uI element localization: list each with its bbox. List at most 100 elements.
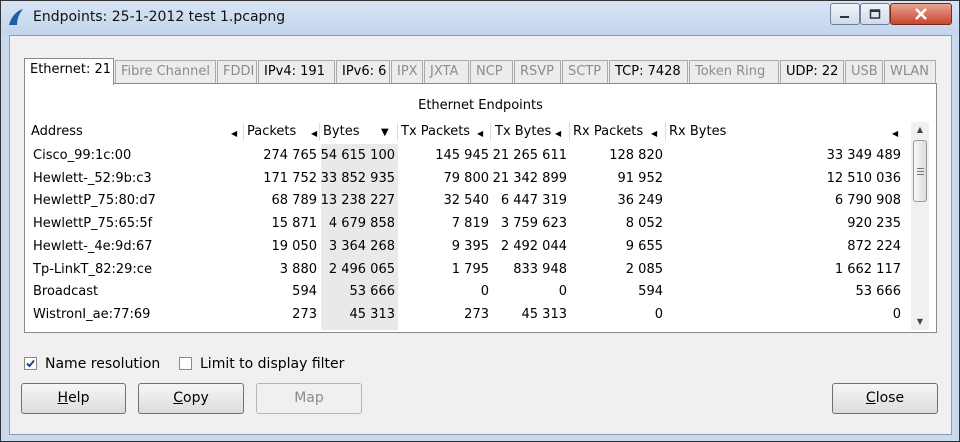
maximize-button[interactable] bbox=[860, 3, 890, 25]
sort-arrow-left-icon: ◀ bbox=[311, 129, 318, 138]
tab-token-ring[interactable]: Token Ring bbox=[689, 60, 779, 84]
cell-tx-packets: 0 bbox=[480, 284, 489, 300]
tab-ncp[interactable]: NCP bbox=[470, 60, 513, 84]
column-header-tx-packets[interactable]: Tx Packets bbox=[401, 122, 470, 142]
cell-packets: 68 789 bbox=[271, 193, 318, 209]
cell-tx-packets: 145 945 bbox=[435, 148, 489, 163]
window-title: Endpoints: 25-1-2012 test 1.pcapng bbox=[33, 9, 286, 25]
tab-ipx[interactable]: IPX bbox=[391, 60, 423, 84]
tab-rsvp[interactable]: RSVP bbox=[514, 60, 561, 84]
tab-ethernet[interactable]: Ethernet: 21 bbox=[24, 58, 114, 85]
vertical-scrollbar[interactable]: ▲ ▼ bbox=[911, 122, 929, 330]
column-divider[interactable] bbox=[397, 123, 398, 141]
scroll-down-icon[interactable]: ▼ bbox=[911, 314, 929, 330]
wireshark-fin-icon bbox=[9, 9, 23, 25]
cell-rx-packets: 9 655 bbox=[625, 238, 663, 254]
cell-packets: 3 880 bbox=[279, 261, 317, 277]
column-divider[interactable] bbox=[490, 123, 491, 141]
checkbox-box[interactable] bbox=[179, 357, 192, 370]
copy-label: opy bbox=[183, 390, 209, 406]
cell-rx-bytes: 6 790 908 bbox=[834, 193, 901, 209]
window-close-button[interactable] bbox=[890, 3, 952, 25]
dialog-body: Ethernet: 21 Fibre Channel FDDI IPv4: 19… bbox=[9, 35, 952, 435]
column-header-rx-packets[interactable]: Rx Packets bbox=[573, 122, 643, 142]
cell-rx-packets: 0 bbox=[654, 306, 663, 322]
cell-rx-packets: 36 249 bbox=[617, 193, 664, 209]
close-mnemonic: C bbox=[865, 390, 876, 406]
tab-usb[interactable]: USB bbox=[845, 60, 883, 84]
cell-address: WistronI_ae:77:69 bbox=[33, 306, 151, 322]
cell-bytes: 3 364 268 bbox=[328, 238, 395, 254]
help-label: elp bbox=[68, 390, 90, 406]
cell-tx-packets: 32 540 bbox=[443, 193, 490, 209]
cell-packets: 594 bbox=[292, 284, 317, 300]
cell-address: Cisco_99:1c:00 bbox=[33, 148, 132, 163]
cell-packets: 171 752 bbox=[263, 170, 317, 186]
cell-tx-packets: 9 395 bbox=[451, 238, 489, 254]
grip-line bbox=[917, 174, 924, 175]
title-bar[interactable]: Endpoints: 25-1-2012 test 1.pcapng bbox=[1, 1, 959, 35]
copy-button[interactable]: Copy bbox=[138, 383, 244, 414]
cell-bytes: 13 238 227 bbox=[320, 193, 395, 209]
panel-title: Ethernet Endpoints bbox=[418, 98, 543, 113]
tab-ipv6[interactable]: IPv6: 6 bbox=[336, 60, 390, 84]
column-divider[interactable] bbox=[569, 123, 570, 141]
column-divider[interactable] bbox=[319, 123, 320, 141]
cell-packets: 19 050 bbox=[271, 238, 318, 254]
close-icon bbox=[915, 8, 927, 20]
cell-rx-packets: 2 085 bbox=[625, 261, 663, 277]
cell-packets: 274 765 bbox=[263, 148, 317, 163]
copy-mnemonic: C bbox=[173, 390, 184, 406]
cell-tx-bytes: 833 948 bbox=[513, 261, 567, 277]
tab-ipv4[interactable]: IPv4: 191 bbox=[258, 60, 335, 84]
column-header-tx-bytes[interactable]: Tx Bytes bbox=[495, 122, 551, 142]
tab-udp[interactable]: UDP: 22 bbox=[780, 60, 844, 84]
tab-wlan[interactable]: WLAN bbox=[884, 60, 936, 84]
column-divider[interactable] bbox=[665, 123, 666, 141]
cell-tx-bytes: 21 265 611 bbox=[492, 148, 567, 163]
scrollbar-thumb[interactable] bbox=[913, 140, 927, 202]
cell-address: Hewlett-_52:9b:c3 bbox=[33, 170, 152, 186]
column-divider[interactable] bbox=[243, 123, 244, 141]
cell-rx-bytes: 1 662 117 bbox=[834, 261, 901, 277]
tab-sctp[interactable]: SCTP bbox=[562, 60, 608, 84]
cell-rx-bytes: 872 224 bbox=[847, 238, 901, 254]
cell-bytes: 54 615 100 bbox=[320, 148, 395, 163]
close-label: lose bbox=[875, 390, 905, 406]
sort-arrow-left-icon: ◀ bbox=[477, 129, 484, 138]
help-button[interactable]: Help bbox=[21, 383, 126, 414]
limit-filter-label: Limit to display filter bbox=[200, 356, 345, 372]
column-header-address[interactable]: Address bbox=[31, 122, 83, 142]
checkbox-box[interactable] bbox=[24, 357, 37, 370]
tab-tcp[interactable]: TCP: 7428 bbox=[609, 60, 688, 84]
grip-line bbox=[917, 171, 924, 172]
cell-bytes: 45 313 bbox=[349, 306, 396, 322]
minimize-button[interactable] bbox=[830, 3, 860, 25]
cell-tx-bytes: 45 313 bbox=[521, 306, 568, 322]
cell-address: Tp-LinkT_82:29:ce bbox=[33, 261, 152, 277]
sort-arrow-left-icon: ◀ bbox=[231, 129, 238, 138]
column-header-rx-bytes[interactable]: Rx Bytes bbox=[669, 122, 726, 142]
column-header-bytes[interactable]: Bytes bbox=[323, 122, 359, 142]
cell-rx-bytes: 920 235 bbox=[847, 216, 901, 232]
map-button[interactable]: Map bbox=[256, 383, 362, 414]
scroll-up-icon[interactable]: ▲ bbox=[911, 122, 929, 138]
cell-packets: 273 bbox=[292, 306, 317, 322]
close-button[interactable]: Close bbox=[832, 383, 938, 414]
maximize-icon bbox=[869, 9, 881, 19]
cell-rx-bytes: 53 666 bbox=[855, 284, 902, 300]
sort-arrow-left-icon: ◀ bbox=[555, 129, 562, 138]
tab-jxta[interactable]: JXTA bbox=[424, 60, 469, 84]
cell-rx-packets: 594 bbox=[638, 284, 663, 300]
cell-bytes: 4 679 858 bbox=[328, 216, 395, 232]
cell-address: Hewlett-_4e:9d:67 bbox=[33, 238, 153, 254]
cell-address: HewlettP_75:80:d7 bbox=[33, 193, 156, 209]
tab-fibre-channel[interactable]: Fibre Channel bbox=[115, 60, 216, 84]
sort-descending-icon: ▼ bbox=[381, 127, 389, 138]
column-header-packets[interactable]: Packets bbox=[247, 122, 296, 142]
cell-bytes: 33 852 935 bbox=[320, 170, 395, 186]
name-resolution-label: Name resolution bbox=[45, 356, 161, 372]
tab-fddi[interactable]: FDDI bbox=[217, 60, 257, 84]
cell-bytes: 2 496 065 bbox=[328, 261, 395, 277]
cell-rx-bytes: 0 bbox=[892, 306, 901, 322]
